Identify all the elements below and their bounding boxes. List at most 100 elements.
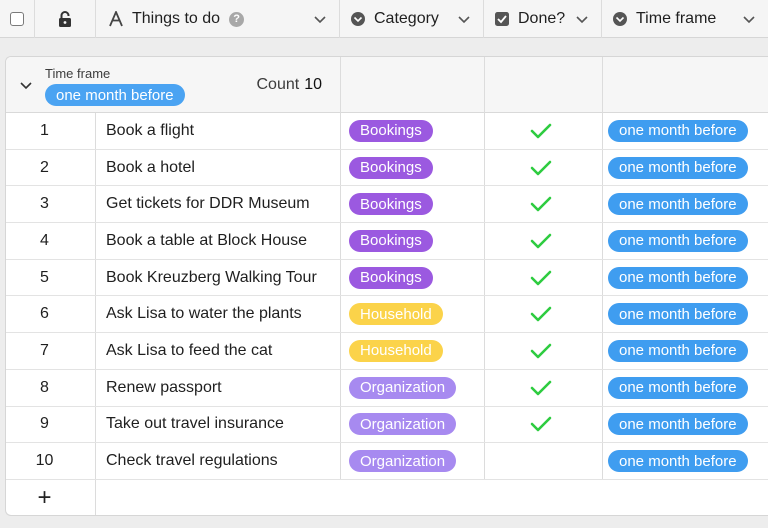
column-header-time-frame[interactable]: Time frame [602, 0, 768, 38]
column-header-done[interactable]: Done? [484, 0, 602, 38]
table-row[interactable]: 3 Get tickets for DDR Museum Bookings one m… [6, 186, 768, 224]
category-pill: Organization [349, 450, 457, 473]
add-row-button[interactable]: + [6, 479, 96, 515]
done-cell[interactable] [485, 149, 603, 186]
row-number: 10 [6, 443, 96, 479]
checkmark-icon[interactable] [530, 342, 552, 360]
checkmark-icon[interactable] [530, 159, 552, 177]
row-number: 7 [6, 333, 96, 369]
category-cell[interactable]: Organization [341, 443, 485, 479]
group-field-label: Time frame [45, 66, 111, 81]
category-cell[interactable]: Household [341, 296, 485, 333]
group-value-pill: one month before [45, 84, 185, 106]
done-cell[interactable] [485, 296, 603, 333]
checkmark-icon[interactable] [530, 122, 552, 140]
done-cell[interactable] [485, 333, 603, 369]
column-header-label: Time frame [636, 10, 717, 27]
group-header-summary[interactable]: Time frame one month before Count 10 [6, 57, 341, 113]
category-cell[interactable]: Bookings [341, 259, 485, 296]
table-row[interactable]: 5 Book Kreuzberg Walking Tour Bookings one … [6, 259, 768, 297]
group-header[interactable]: Time frame one month before Count 10 [6, 57, 768, 113]
table-row[interactable]: 9 Take out travel insurance Organization on… [6, 406, 768, 444]
group-count: Count 10 [257, 76, 323, 94]
column-header-category[interactable]: Category [340, 0, 484, 38]
done-cell[interactable] [485, 113, 603, 149]
table-row[interactable]: 2 Book a hotel Bookings one month before [6, 149, 768, 187]
plus-icon[interactable]: + [37, 485, 51, 510]
checkmark-icon[interactable] [530, 195, 552, 213]
time-frame-cell[interactable]: one month before [603, 223, 768, 259]
task-cell[interactable]: Book a table at Block House [96, 223, 341, 259]
task-cell[interactable]: Get tickets for DDR Museum [96, 186, 341, 223]
group-count-value: 10 [304, 76, 322, 93]
category-pill: Bookings [349, 266, 433, 289]
category-cell[interactable]: Bookings [341, 113, 485, 149]
lock-cell[interactable] [35, 0, 96, 38]
select-all-cell[interactable] [0, 0, 35, 38]
category-pill: Bookings [349, 156, 433, 179]
chevron-down-icon[interactable] [575, 12, 589, 26]
collapse-chevron-icon[interactable] [19, 78, 33, 92]
task-cell[interactable]: Book a hotel [96, 149, 341, 186]
time-frame-cell[interactable]: one month before [603, 370, 768, 406]
category-cell[interactable]: Organization [341, 406, 485, 443]
checkmark-icon[interactable] [530, 269, 552, 287]
table-row[interactable]: 6 Ask Lisa to water the plants Household on… [6, 296, 768, 334]
chevron-down-icon[interactable] [457, 12, 471, 26]
category-pill: Organization [349, 376, 457, 399]
task-cell[interactable]: Ask Lisa to water the plants [96, 296, 341, 333]
single-select-icon [613, 12, 627, 26]
select-all-checkbox[interactable] [10, 12, 24, 26]
row-number: 3 [6, 186, 96, 223]
column-header-things-to-do[interactable]: Things to do ? [96, 0, 340, 38]
category-cell[interactable]: Bookings [341, 186, 485, 223]
task-cell[interactable]: Book Kreuzberg Walking Tour [96, 259, 341, 296]
done-cell[interactable] [485, 406, 603, 443]
done-cell[interactable] [485, 223, 603, 259]
add-row[interactable]: + [6, 479, 768, 515]
task-cell[interactable]: Check travel regulations [96, 443, 341, 479]
time-frame-cell[interactable]: one month before [603, 260, 768, 296]
time-frame-pill: one month before [608, 376, 748, 399]
table-row[interactable]: 10 Check travel regulations Organization on… [6, 443, 768, 480]
task-cell[interactable]: Take out travel insurance [96, 406, 341, 443]
done-cell[interactable] [485, 443, 603, 479]
done-cell[interactable] [485, 259, 603, 296]
checkmark-icon[interactable] [530, 379, 552, 397]
category-cell[interactable]: Bookings [341, 149, 485, 186]
time-frame-pill: one month before [608, 303, 748, 326]
chevron-down-icon[interactable] [313, 12, 327, 26]
table-row[interactable]: 1 Book a flight Bookings one month before [6, 113, 768, 150]
help-icon[interactable]: ? [229, 11, 245, 27]
column-header-label: Things to do [132, 10, 221, 27]
time-frame-cell[interactable]: one month before [603, 407, 768, 443]
table-row[interactable]: 4 Book a table at Block House Bookings one … [6, 223, 768, 260]
time-frame-cell[interactable]: one month before [603, 333, 768, 369]
time-frame-cell[interactable]: one month before [603, 113, 768, 149]
checkmark-icon[interactable] [530, 232, 552, 250]
done-cell[interactable] [485, 369, 603, 406]
time-frame-cell[interactable]: one month before [603, 296, 768, 332]
time-frame-pill: one month before [608, 450, 748, 473]
table-body: 1 Book a flight Bookings one month before 2 B… [6, 113, 768, 515]
column-header-bar: Things to do ? Category Done? Time frame [0, 0, 768, 38]
time-frame-pill: one month before [608, 119, 748, 142]
done-cell[interactable] [485, 186, 603, 223]
category-pill: Bookings [349, 193, 433, 216]
chevron-down-icon[interactable] [742, 12, 756, 26]
table-row[interactable]: 7 Ask Lisa to feed the cat Household one mo… [6, 333, 768, 370]
task-cell[interactable]: Renew passport [96, 369, 341, 406]
checkmark-icon[interactable] [530, 305, 552, 323]
table-row[interactable]: 8 Renew passport Organization one month bef… [6, 369, 768, 407]
time-frame-cell[interactable]: one month before [603, 186, 768, 222]
task-cell[interactable]: Ask Lisa to feed the cat [96, 333, 341, 369]
category-cell[interactable]: Bookings [341, 223, 485, 259]
category-cell[interactable]: Organization [341, 369, 485, 406]
category-cell[interactable]: Household [341, 333, 485, 369]
checkmark-icon[interactable] [530, 415, 552, 433]
time-frame-cell[interactable]: one month before [603, 443, 768, 479]
time-frame-cell[interactable]: one month before [603, 150, 768, 186]
task-cell[interactable]: Book a flight [96, 113, 341, 149]
category-pill: Bookings [349, 119, 433, 142]
lock-icon[interactable] [57, 10, 73, 28]
